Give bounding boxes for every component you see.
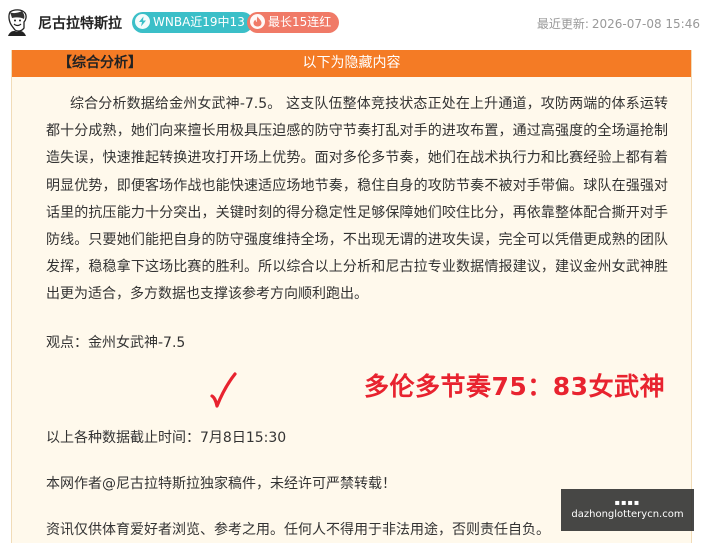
last-updated: 最近更新: 2026-07-08 15:46 [537, 15, 700, 32]
record-badge-label: WNBA近19中13 [153, 15, 245, 29]
portrait-sketch-icon [4, 8, 30, 36]
author-name[interactable]: 尼古拉特斯拉 [38, 13, 122, 33]
disclaimer-line: 资讯仅供体育爱好者浏览、参考之用。任何人不得用于非法用途，否则责任自负。 [46, 522, 550, 538]
updated-time: 2026-07-08 15:46 [591, 17, 700, 31]
updated-label: 最近更新: [536, 17, 589, 31]
data-cutoff-line: 以上各种数据截止时间：7月8日15:30 [46, 430, 287, 446]
watermark-site: dazhonglotterycn.com [571, 509, 684, 520]
streak-badge: 最长15连红 [247, 12, 340, 33]
record-badge: WNBA近19中13 [132, 12, 253, 33]
score-prediction: 多伦多节奏75：83女武神 [364, 372, 666, 401]
analysis-heading: 【综合分析】 [58, 55, 142, 71]
lightning-icon [135, 14, 150, 29]
article-body: 【综合分析】 综合分析数据给金州女武神-7.5。 这支队伍整体竞技状态正处在上升… [46, 52, 668, 309]
copyright-notice: 本网作者@尼古拉特斯拉独家稿件，未经许可严禁转载！ [46, 476, 396, 492]
top-bar: 尼古拉特斯拉 WNBA近19中13 最长15连红 最近更新: 2026-07-08… [0, 0, 705, 46]
site-watermark: ▪▪▪▪ dazhonglotterycn.com [561, 489, 694, 531]
flame-icon [250, 14, 265, 29]
watermark-top: ▪▪▪▪ [614, 498, 641, 507]
author-avatar[interactable] [4, 8, 30, 36]
pick-line: 观点：金州女武神-7.5 [46, 335, 186, 351]
red-checkmark-icon [210, 372, 237, 408]
analysis-paragraph: 综合分析数据给金州女武神-7.5。 这支队伍整体竞技状态正处在上升通道，攻防两端… [46, 96, 668, 303]
streak-badge-label: 最长15连红 [268, 15, 332, 29]
